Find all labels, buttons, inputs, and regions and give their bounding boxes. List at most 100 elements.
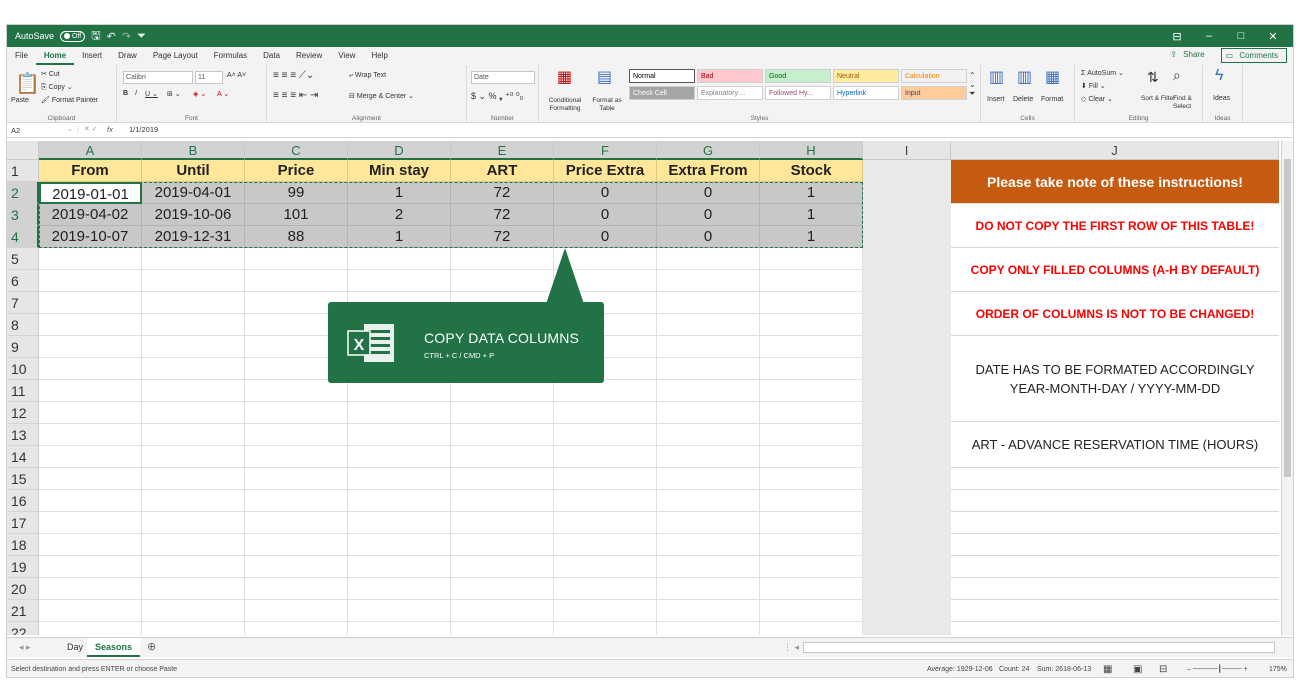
add-sheet-icon[interactable]: ⊕ xyxy=(139,638,164,657)
column-header-h[interactable]: H xyxy=(760,141,863,160)
grid-cell[interactable] xyxy=(760,314,863,336)
comments-button[interactable]: ▭ Comments xyxy=(1220,48,1287,63)
grid-cell[interactable] xyxy=(657,402,760,424)
tab-view[interactable]: View xyxy=(330,47,363,65)
grid-cell[interactable] xyxy=(245,402,348,424)
table-data-cell[interactable]: 2019-12-31 xyxy=(142,226,245,248)
grid-cell[interactable] xyxy=(142,600,245,622)
grid-cell[interactable] xyxy=(348,490,451,512)
column-header-b[interactable]: B xyxy=(142,141,245,160)
cell-style-followed-hy[interactable]: Followed Hy... xyxy=(765,86,831,100)
table-header-cell[interactable]: Stock xyxy=(760,160,863,182)
grid-cell[interactable] xyxy=(760,622,863,635)
grid-cell[interactable] xyxy=(142,556,245,578)
grid-cell[interactable] xyxy=(554,578,657,600)
grid-cell[interactable] xyxy=(760,534,863,556)
grid-cell[interactable] xyxy=(348,578,451,600)
grid-cell[interactable] xyxy=(39,424,142,446)
vertical-scrollbar[interactable] xyxy=(1281,141,1293,635)
grid-cell[interactable] xyxy=(451,600,554,622)
column-header-g[interactable]: G xyxy=(657,141,760,160)
row-header-11[interactable]: 11 xyxy=(7,380,39,402)
grid-cell[interactable] xyxy=(348,270,451,292)
grid-cell[interactable] xyxy=(142,248,245,270)
grid-cell[interactable] xyxy=(554,468,657,490)
cell-style-normal[interactable]: Normal xyxy=(629,69,695,83)
grid-cell[interactable] xyxy=(348,446,451,468)
tab-review[interactable]: Review xyxy=(288,47,330,65)
grid-cell[interactable] xyxy=(760,556,863,578)
grid-cell[interactable] xyxy=(39,248,142,270)
grid-cell[interactable] xyxy=(657,490,760,512)
table-data-cell[interactable]: 2019-04-02 xyxy=(39,204,142,226)
cell-style-neutral[interactable]: Neutral xyxy=(833,69,899,83)
grid-cell[interactable] xyxy=(760,424,863,446)
table-data-cell[interactable]: 1 xyxy=(760,182,863,204)
row-header-3[interactable]: 3 xyxy=(7,204,39,226)
cut-button[interactable]: ✂ Cut xyxy=(41,70,60,78)
row-header-16[interactable]: 16 xyxy=(7,490,39,512)
grid-cell[interactable] xyxy=(451,248,554,270)
grid-cell[interactable] xyxy=(39,402,142,424)
grid-cell[interactable] xyxy=(760,270,863,292)
grid-cell[interactable] xyxy=(245,446,348,468)
grid-cell[interactable] xyxy=(348,600,451,622)
grid-cell[interactable] xyxy=(451,512,554,534)
table-data-cell[interactable]: 2019-01-01 xyxy=(39,182,142,204)
grid-cell[interactable] xyxy=(951,468,1279,490)
grid-cell[interactable] xyxy=(39,380,142,402)
grid-cell[interactable] xyxy=(554,622,657,635)
grid-cell[interactable] xyxy=(245,622,348,635)
format-as-table-button[interactable]: Format as Table xyxy=(589,97,625,113)
name-box[interactable]: A2 xyxy=(9,125,69,137)
grid-cell[interactable] xyxy=(245,490,348,512)
cell-style-check-cell[interactable]: Check Cell xyxy=(629,86,695,100)
table-data-cell[interactable]: 2019-10-06 xyxy=(142,204,245,226)
tab-data[interactable]: Data xyxy=(255,47,288,65)
column-header-i[interactable]: I xyxy=(863,141,951,160)
customize-toolbar-icon[interactable]: ⏷ xyxy=(137,30,146,43)
table-header-cell[interactable]: From xyxy=(39,160,142,182)
table-header-cell[interactable]: ART xyxy=(451,160,554,182)
grid-cell[interactable] xyxy=(760,600,863,622)
table-header-cell[interactable]: Extra From xyxy=(657,160,760,182)
select-all-corner[interactable] xyxy=(7,141,39,160)
grid-cell[interactable] xyxy=(760,358,863,380)
grid-cell[interactable] xyxy=(951,512,1279,534)
grid-cell[interactable] xyxy=(554,556,657,578)
grid-cell[interactable] xyxy=(39,534,142,556)
styles-scroll-icon[interactable]: ⌃ ⌄ ⏷ xyxy=(969,71,976,99)
grid-cell[interactable] xyxy=(348,424,451,446)
row-header-18[interactable]: 18 xyxy=(7,534,39,556)
tab-page-layout[interactable]: Page Layout xyxy=(145,47,206,65)
table-data-cell[interactable]: 88 xyxy=(245,226,348,248)
grid-cell[interactable] xyxy=(554,446,657,468)
table-data-cell[interactable]: 0 xyxy=(554,226,657,248)
scrollbar-thumb[interactable] xyxy=(1284,159,1291,477)
row-header-5[interactable]: 5 xyxy=(7,248,39,270)
autosave-toggle[interactable]: Off xyxy=(60,30,86,42)
grid-cell[interactable] xyxy=(451,270,554,292)
row-header-9[interactable]: 9 xyxy=(7,336,39,358)
sort-filter-button[interactable]: Sort & Filter xyxy=(1141,95,1175,102)
page-layout-view-icon[interactable]: ▣ xyxy=(1133,660,1142,677)
grid-cell[interactable] xyxy=(657,622,760,635)
align-horizontal-icons[interactable]: ≡ ≡ ≡ ⇤ ⇥ xyxy=(273,90,318,101)
font-color-icon[interactable]: A ⌄ xyxy=(217,90,229,98)
autosum-button[interactable]: Σ AutoSum ⌄ xyxy=(1081,69,1124,77)
clear-button[interactable]: ◇ Clear ⌄ xyxy=(1081,95,1113,103)
column-header-f[interactable]: F xyxy=(554,141,657,160)
format-button[interactable]: Format xyxy=(1041,96,1063,103)
grid-cell[interactable] xyxy=(451,556,554,578)
grid-cell[interactable] xyxy=(657,468,760,490)
column-header-j[interactable]: J xyxy=(951,141,1279,160)
format-table-icon[interactable]: ▤ xyxy=(597,67,612,87)
grid-cell[interactable] xyxy=(951,556,1279,578)
sheet-tab-seasons[interactable]: Seasons xyxy=(87,638,141,657)
bold-button[interactable]: B xyxy=(123,90,128,97)
maximize-button[interactable]: □ xyxy=(1225,30,1257,42)
grid-cell[interactable] xyxy=(657,336,760,358)
fill-button[interactable]: ⬇ Fill ⌄ xyxy=(1081,82,1106,90)
paste-button[interactable]: Paste xyxy=(11,97,29,104)
grid-cell[interactable] xyxy=(951,600,1279,622)
